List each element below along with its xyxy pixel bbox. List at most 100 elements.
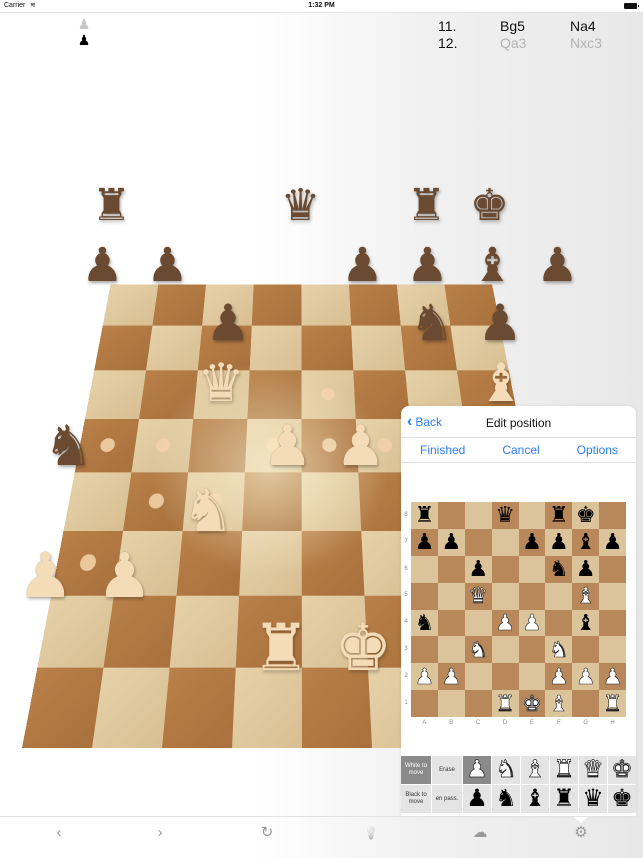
black-piece-b7[interactable]: ♟	[146, 241, 188, 288]
edit-square-a5[interactable]	[411, 582, 438, 610]
black-piece-f7[interactable]: ♟	[406, 241, 448, 288]
edit-square-c8[interactable]	[464, 502, 492, 529]
palette-black-queen-button[interactable]: ♛	[579, 785, 607, 813]
black-piece-a4[interactable]: ♞	[43, 418, 93, 474]
edit-square-d8[interactable]: ♛	[491, 502, 519, 529]
palette-white-queen-button[interactable]: ♛	[579, 756, 607, 784]
gear-icon[interactable]: ⚙	[566, 821, 596, 845]
edit-square-f4[interactable]	[545, 609, 573, 637]
edit-square-d3[interactable]	[491, 636, 519, 664]
white-move[interactable]: Qa3	[500, 35, 570, 52]
edit-square-b6[interactable]	[437, 555, 465, 583]
edit-square-h1[interactable]: ♜	[599, 690, 626, 717]
edit-square-a4[interactable]: ♞	[411, 609, 438, 637]
black-piece-g7[interactable]: ♝	[471, 241, 513, 288]
edit-square-f8[interactable]: ♜	[545, 502, 573, 529]
edit-square-f2[interactable]: ♟	[545, 663, 573, 691]
edit-square-d1[interactable]: ♜	[491, 690, 519, 717]
board-square-d8[interactable]	[251, 284, 302, 326]
white-piece-c5[interactable]: ♛	[197, 357, 245, 410]
edit-square-g3[interactable]	[572, 636, 600, 664]
edit-square-g8[interactable]: ♚	[572, 502, 600, 529]
edit-square-b4[interactable]	[437, 609, 465, 637]
en-passant-button[interactable]: en pass.	[432, 785, 462, 813]
white-piece-d1[interactable]: ♜	[252, 615, 310, 680]
palette-white-bishop-button[interactable]: ♝	[521, 756, 549, 784]
black-piece-a8[interactable]: ♜	[92, 184, 131, 228]
edit-square-c6[interactable]: ♟	[464, 555, 492, 583]
white-move[interactable]: Bg5	[500, 18, 570, 35]
white-piece-g5[interactable]: ♝	[477, 357, 525, 410]
board-square-e3[interactable]	[301, 530, 365, 596]
edit-square-h3[interactable]	[599, 636, 626, 664]
white-piece-b2[interactable]: ♟	[97, 546, 153, 608]
board-square-d4[interactable]	[242, 472, 302, 531]
edit-square-g6[interactable]: ♟	[572, 555, 600, 583]
edit-square-c3[interactable]: ♞	[464, 636, 492, 664]
edit-square-b5[interactable]	[437, 582, 465, 610]
edit-square-c4[interactable]	[464, 609, 492, 637]
palette-white-king-button[interactable]: ♚	[608, 756, 636, 784]
edit-square-h6[interactable]	[599, 555, 626, 583]
board-square-e4[interactable]	[301, 472, 362, 531]
board-square-d7[interactable]	[249, 325, 302, 371]
black-move[interactable]: Na4	[570, 18, 640, 35]
edit-square-h4[interactable]	[599, 609, 626, 637]
black-piece-f6[interactable]: ♞	[410, 298, 455, 348]
black-to-move-button[interactable]: Black to move	[401, 785, 431, 813]
edit-square-e1[interactable]: ♚	[518, 690, 546, 717]
edit-square-h5[interactable]	[599, 582, 626, 610]
board-square-a4[interactable]	[63, 472, 132, 531]
board-square-b1[interactable]	[92, 667, 170, 748]
edit-square-g5[interactable]: ♝	[572, 582, 600, 610]
edit-board[interactable]: ♜ ♛ ♜ ♚ ♟ ♟ ♟ ♟ ♝ ♟ ♟ ♞ ♟ ♛ ♝ ♞ ♟ ♟ ♝ ♞ ♞ ♟ ♟ ♟ ♟ ♟ ♜ ♚ ♝ ♜	[411, 502, 626, 717]
edit-square-f5[interactable]	[545, 582, 573, 610]
edit-square-a3[interactable]	[411, 636, 438, 664]
board-square-f7[interactable]	[351, 325, 406, 371]
edit-square-d5[interactable]	[491, 582, 519, 610]
black-piece-h7[interactable]: ♟	[536, 241, 578, 288]
board-square-c1[interactable]	[162, 667, 236, 748]
edit-square-b3[interactable]	[437, 636, 465, 664]
forward-icon[interactable]: ›	[145, 821, 175, 845]
board-square-e6[interactable]	[301, 370, 356, 420]
board-square-a7[interactable]	[94, 325, 153, 371]
edit-square-d4[interactable]: ♟	[491, 609, 519, 637]
palette-white-pawn-button[interactable]: ♟	[463, 756, 491, 784]
board-square-d3[interactable]	[239, 530, 302, 596]
board-square-c5[interactable]	[188, 419, 248, 473]
board-square-d6[interactable]	[247, 370, 302, 420]
edit-square-e7[interactable]: ♟	[518, 528, 546, 556]
cancel-button[interactable]: Cancel	[502, 443, 539, 457]
white-piece-e4[interactable]: ♟	[335, 418, 385, 474]
edit-square-f6[interactable]: ♞	[545, 555, 573, 583]
black-piece-f8[interactable]: ♜	[407, 184, 446, 228]
finished-button[interactable]: Finished	[420, 443, 465, 457]
palette-black-rook-button[interactable]: ♜	[550, 785, 578, 813]
white-piece-c3[interactable]: ♞	[182, 482, 235, 541]
white-piece-e1[interactable]: ♚	[334, 615, 392, 680]
edit-square-e6[interactable]	[518, 555, 546, 583]
board-square-a6[interactable]	[84, 370, 147, 420]
edit-square-g7[interactable]: ♝	[572, 528, 600, 556]
edit-square-d7[interactable]	[491, 528, 519, 556]
erase-button[interactable]: Erase	[432, 756, 462, 784]
edit-square-e4[interactable]: ♟	[518, 609, 546, 637]
palette-black-pawn-button[interactable]: ♟	[463, 785, 491, 813]
edit-square-a1[interactable]	[411, 690, 438, 717]
edit-square-e8[interactable]	[518, 502, 546, 529]
palette-white-rook-button[interactable]: ♜	[550, 756, 578, 784]
board-square-b4[interactable]	[123, 472, 189, 531]
white-to-move-button[interactable]: White to move	[401, 756, 431, 784]
edit-square-g4[interactable]: ♝	[572, 609, 600, 637]
black-piece-g8[interactable]: ♚	[470, 184, 509, 228]
edit-square-d2[interactable]	[491, 663, 519, 691]
black-piece-g6[interactable]: ♟	[478, 298, 523, 348]
board-square-b5[interactable]	[131, 419, 194, 473]
black-piece-c6[interactable]: ♟	[206, 298, 251, 348]
white-piece-d4[interactable]: ♟	[262, 418, 312, 474]
palette-black-bishop-button[interactable]: ♝	[521, 785, 549, 813]
edit-square-b2[interactable]: ♟	[437, 663, 465, 691]
edit-square-e5[interactable]	[518, 582, 546, 610]
edit-square-a6[interactable]	[411, 555, 438, 583]
